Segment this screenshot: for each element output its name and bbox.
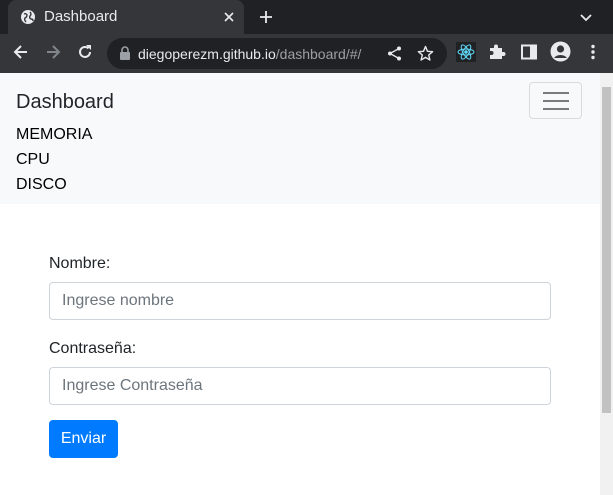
url-domain: diegoperezm.github.io <box>138 46 276 62</box>
close-icon[interactable] <box>222 10 236 24</box>
url-text[interactable]: diegoperezm.github.io/dashboard/#/ <box>138 46 361 62</box>
kebab-menu-icon[interactable] <box>583 42 603 62</box>
name-input[interactable] <box>49 282 551 320</box>
tab-title: Dashboard <box>44 8 118 25</box>
nav-link-disco[interactable]: DISCO <box>16 176 67 194</box>
browser-toolbar: diegoperezm.github.io/dashboard/#/ <box>0 34 613 73</box>
nav-link-cpu[interactable]: CPU <box>16 151 50 169</box>
page-viewport: Dashboard MEMORIA CPU DISCO Nombre: Cont… <box>0 73 613 495</box>
back-arrow-icon[interactable] <box>11 42 31 62</box>
navbar-brand[interactable]: Dashboard <box>16 90 114 114</box>
lock-icon[interactable] <box>118 46 132 61</box>
url-path: /dashboard/#/ <box>275 46 362 62</box>
forward-arrow-icon[interactable] <box>43 42 63 62</box>
globe-icon <box>21 10 35 24</box>
star-icon[interactable] <box>417 45 434 62</box>
password-label: Contraseña: <box>49 340 137 357</box>
share-icon[interactable] <box>386 45 403 62</box>
browser-tab-active[interactable]: Dashboard <box>8 0 244 34</box>
reload-icon[interactable] <box>75 42 95 62</box>
address-bar[interactable]: diegoperezm.github.io/dashboard/#/ <box>107 38 447 69</box>
plus-icon[interactable] <box>257 8 275 26</box>
navbar-toggler-button[interactable] <box>529 82 582 119</box>
hamburger-icon <box>543 92 569 110</box>
side-panel-icon[interactable] <box>519 42 539 62</box>
name-label: Nombre: <box>49 255 111 272</box>
navbar: Dashboard MEMORIA CPU DISCO <box>0 73 600 204</box>
scrollbar-track[interactable] <box>600 73 613 495</box>
profile-avatar-icon[interactable] <box>550 41 571 62</box>
password-input[interactable] <box>49 367 551 405</box>
submit-button[interactable]: Enviar <box>49 420 118 458</box>
react-icon[interactable] <box>456 42 476 62</box>
puzzle-icon[interactable] <box>487 42 507 62</box>
scrollbar-thumb[interactable] <box>602 87 611 413</box>
nav-link-memoria[interactable]: MEMORIA <box>16 126 92 144</box>
chevron-down-icon[interactable] <box>578 9 594 25</box>
browser-tab-strip: Dashboard <box>0 0 613 34</box>
